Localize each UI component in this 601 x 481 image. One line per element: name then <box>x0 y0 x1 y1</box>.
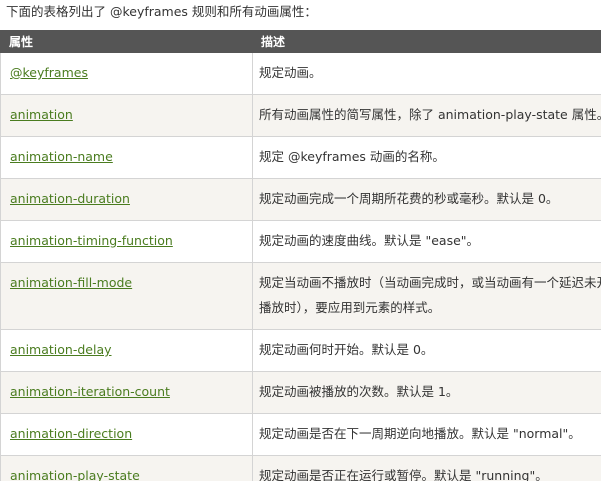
description-cell: 规定动画何时开始。默认是 0。 <box>252 329 601 372</box>
table-row: animation-delay 规定动画何时开始。默认是 0。 <box>0 329 601 372</box>
property-link-animation-name[interactable]: animation-name <box>10 149 113 164</box>
description-cell: 规定动画是否在下一周期逆向地播放。默认是 "normal"。 <box>252 413 601 456</box>
property-cell: animation-duration <box>0 178 253 221</box>
property-cell: animation-direction <box>0 413 253 456</box>
table-row: animation-direction 规定动画是否在下一周期逆向地播放。默认是… <box>0 413 601 456</box>
property-link-animation-timing-function[interactable]: animation-timing-function <box>10 233 173 248</box>
table-row: @keyframes 规定动画。 <box>0 52 601 95</box>
animation-properties-table: 属性 描述 @keyframes 规定动画。 animation 所有动画属性的… <box>0 30 601 481</box>
description-cell: 所有动画属性的简写属性，除了 animation-play-state 属性。 <box>252 94 601 137</box>
property-link-keyframes[interactable]: @keyframes <box>10 65 88 80</box>
description-cell: 规定动画。 <box>252 52 601 95</box>
property-cell: animation <box>0 94 253 137</box>
table-row: animation-timing-function 规定动画的速度曲线。默认是 … <box>0 220 601 263</box>
description-cell: 规定当动画不播放时（当动画完成时，或当动画有一个延迟未开始播放时），要应用到元素… <box>252 262 601 330</box>
description-cell: 规定 @keyframes 动画的名称。 <box>252 136 601 179</box>
property-cell: @keyframes <box>0 52 253 95</box>
property-link-animation-delay[interactable]: animation-delay <box>10 342 112 357</box>
property-link-animation-fill-mode[interactable]: animation-fill-mode <box>10 275 132 290</box>
table-row: animation-name 规定 @keyframes 动画的名称。 <box>0 136 601 179</box>
property-cell: animation-iteration-count <box>0 371 253 414</box>
intro-text: 下面的表格列出了 @keyframes 规则和所有动画属性： <box>6 4 317 19</box>
page: 下面的表格列出了 @keyframes 规则和所有动画属性： 属性 描述 @ke… <box>0 0 601 481</box>
property-cell: animation-fill-mode <box>0 262 253 330</box>
property-cell: animation-timing-function <box>0 220 253 263</box>
description-cell: 规定动画的速度曲线。默认是 "ease"。 <box>252 220 601 263</box>
property-link-animation-play-state[interactable]: animation-play-state <box>10 468 140 481</box>
property-cell: animation-name <box>0 136 253 179</box>
table-row: animation-fill-mode 规定当动画不播放时（当动画完成时，或当动… <box>0 262 601 330</box>
table-row: animation-play-state 规定动画是否正在运行或暂停。默认是 "… <box>0 455 601 481</box>
property-link-animation-duration[interactable]: animation-duration <box>10 191 130 206</box>
table-row: animation-duration 规定动画完成一个周期所花费的秒或毫秒。默认… <box>0 178 601 221</box>
description-cell: 规定动画完成一个周期所花费的秒或毫秒。默认是 0。 <box>252 178 601 221</box>
property-link-animation-iteration-count[interactable]: animation-iteration-count <box>10 384 170 399</box>
property-cell: animation-play-state <box>0 455 253 481</box>
table-row: animation-iteration-count 规定动画被播放的次数。默认是… <box>0 371 601 414</box>
table-row: animation 所有动画属性的简写属性，除了 animation-play-… <box>0 94 601 137</box>
header-description: 描述 <box>252 30 601 53</box>
property-link-animation-direction[interactable]: animation-direction <box>10 426 132 441</box>
header-property: 属性 <box>0 30 253 53</box>
description-cell: 规定动画是否正在运行或暂停。默认是 "running"。 <box>252 455 601 481</box>
table-header-row: 属性 描述 <box>0 30 601 53</box>
description-cell: 规定动画被播放的次数。默认是 1。 <box>252 371 601 414</box>
property-link-animation[interactable]: animation <box>10 107 73 122</box>
property-cell: animation-delay <box>0 329 253 372</box>
